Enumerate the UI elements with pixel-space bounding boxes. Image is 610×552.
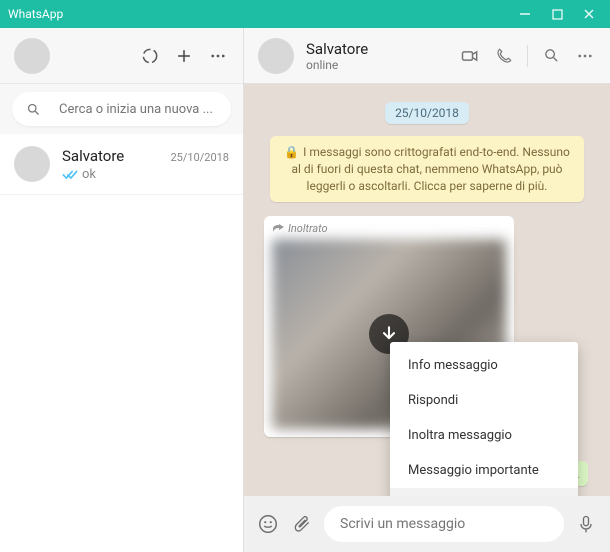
divider: [527, 45, 528, 67]
chat-menu-icon[interactable]: [574, 45, 596, 67]
new-chat-icon[interactable]: [173, 45, 195, 67]
menu-icon[interactable]: [207, 45, 229, 67]
ctx-info[interactable]: Info messaggio: [390, 348, 578, 383]
forward-arrow-icon: [272, 224, 284, 234]
emoji-icon[interactable]: [256, 512, 280, 536]
status-icon[interactable]: [139, 45, 161, 67]
close-button[interactable]: [582, 7, 596, 21]
ctx-delete[interactable]: Elimina messaggio: [390, 488, 578, 496]
self-avatar[interactable]: [14, 38, 50, 74]
window-controls: [518, 7, 602, 21]
chat-item-name: Salvatore: [62, 147, 124, 165]
messages-area: 25/10/2018 🔒I messaggi sono crittografat…: [244, 84, 610, 496]
chat-item-preview: ok: [82, 167, 96, 182]
app-title: WhatsApp: [8, 7, 518, 21]
contact-name: Salvatore: [306, 40, 447, 58]
chat-search-icon[interactable]: [540, 45, 562, 67]
ctx-star[interactable]: Messaggio importante: [390, 453, 578, 488]
search-icon: [26, 102, 41, 117]
ctx-reply[interactable]: Rispondi: [390, 383, 578, 418]
encryption-notice[interactable]: 🔒I messaggi sono crittografati end-to-en…: [270, 136, 584, 202]
contact-avatar: [14, 146, 50, 182]
video-call-icon[interactable]: [459, 45, 481, 67]
search-wrap: [0, 84, 243, 134]
attach-icon[interactable]: [290, 512, 314, 536]
sidebar: Salvatore 25/10/2018 ok: [0, 28, 244, 552]
titlebar: WhatsApp: [0, 0, 610, 28]
context-menu: Info messaggio Rispondi Inoltra messaggi…: [390, 342, 578, 496]
sidebar-header: [0, 28, 243, 84]
chat-list-item[interactable]: Salvatore 25/10/2018 ok: [0, 134, 243, 195]
maximize-button[interactable]: [550, 7, 564, 21]
minimize-button[interactable]: [518, 7, 532, 21]
voice-call-icon[interactable]: [493, 45, 515, 67]
composer: [244, 496, 610, 552]
contact-status: online: [306, 58, 447, 72]
search-input-container[interactable]: [12, 92, 231, 126]
chat-contact-avatar[interactable]: [258, 38, 294, 74]
chat-list: Salvatore 25/10/2018 ok: [0, 134, 243, 552]
message-input[interactable]: [340, 516, 548, 532]
contact-info[interactable]: Salvatore online: [306, 40, 447, 72]
lock-icon: 🔒: [284, 145, 299, 159]
read-ticks-icon: [62, 169, 78, 180]
date-separator: 25/10/2018: [385, 102, 469, 124]
chat-header: Salvatore online: [244, 28, 610, 84]
search-input[interactable]: [59, 102, 225, 117]
mic-icon[interactable]: [574, 512, 598, 536]
message-input-container[interactable]: [324, 506, 564, 542]
ctx-forward[interactable]: Inoltra messaggio: [390, 418, 578, 453]
forwarded-label: Inoltrato: [272, 222, 506, 235]
chat-item-date: 25/10/2018: [170, 151, 229, 164]
chat-panel: Salvatore online 25/10/2018 🔒I messag: [244, 28, 610, 552]
